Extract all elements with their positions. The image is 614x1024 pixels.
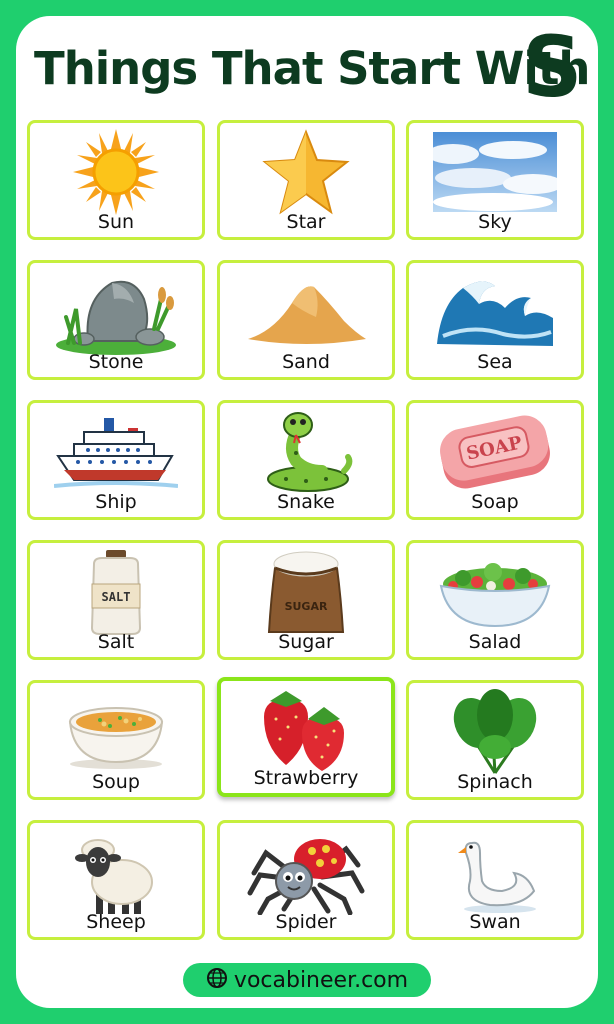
website-badge[interactable]: vocabineer.com — [183, 963, 431, 997]
salt-print: SALT — [102, 590, 131, 604]
globe-icon — [206, 967, 228, 994]
website-link[interactable]: vocabineer.com — [234, 968, 408, 993]
item-card-sea: Sea — [406, 260, 584, 380]
spinach-icon — [409, 687, 581, 777]
item-label: Spinach — [457, 771, 533, 793]
sky-icon — [409, 127, 581, 217]
item-label: Soap — [471, 491, 519, 513]
title-letter: S — [522, 18, 583, 116]
item-card-salt: SALT Salt — [27, 540, 205, 660]
sun-icon — [30, 127, 202, 217]
item-card-sun: Sun — [27, 120, 205, 240]
item-label: Sky — [478, 211, 512, 233]
item-label: Sun — [97, 211, 135, 233]
item-label: Strawberry — [253, 767, 359, 789]
sugar-print: SUGAR — [285, 600, 328, 613]
item-card-sand: Sand — [217, 260, 395, 380]
item-card-sugar: SUGAR Sugar — [217, 540, 395, 660]
sand-icon — [220, 267, 392, 357]
page-title: Things That Start With — [34, 42, 590, 95]
item-card-spinach: Spinach — [406, 680, 584, 800]
item-label: Stone — [88, 351, 144, 373]
item-label: Salt — [97, 631, 135, 653]
strawberry-icon — [221, 685, 391, 775]
item-card-star: Star — [217, 120, 395, 240]
item-label: Star — [286, 211, 326, 233]
star-icon — [220, 127, 392, 217]
item-card-swan: Swan — [406, 820, 584, 940]
item-label: Salad — [468, 631, 522, 653]
item-card-soap: SOAP Soap — [406, 400, 584, 520]
salt-jar-icon: SALT — [30, 547, 202, 637]
item-card-stone: Stone — [27, 260, 205, 380]
item-label: Sugar — [278, 631, 334, 653]
item-label: Snake — [277, 491, 335, 513]
ship-icon — [30, 407, 202, 497]
item-card-spider: Spider — [217, 820, 395, 940]
item-card-snake: Snake — [217, 400, 395, 520]
item-card-soup: Soup — [27, 680, 205, 800]
soap-icon: SOAP — [409, 407, 581, 497]
salad-icon — [409, 547, 581, 637]
item-label: Spider — [275, 911, 337, 933]
item-card-strawberry: Strawberry — [217, 677, 395, 797]
item-card-salad: Salad — [406, 540, 584, 660]
snake-icon — [220, 407, 392, 497]
swan-icon — [409, 827, 581, 917]
sea-wave-icon — [409, 267, 581, 357]
item-card-sheep: Sheep — [27, 820, 205, 940]
item-label: Sheep — [86, 911, 146, 933]
item-label: Sea — [477, 351, 513, 373]
item-label: Swan — [469, 911, 521, 933]
item-card-ship: Ship — [27, 400, 205, 520]
item-card-sky: Sky — [406, 120, 584, 240]
sugar-sack-icon: SUGAR — [220, 547, 392, 637]
soup-icon — [30, 687, 202, 777]
sheep-icon — [30, 827, 202, 917]
item-label: Sand — [282, 351, 330, 373]
stone-icon — [30, 267, 202, 357]
spider-icon — [220, 827, 392, 917]
item-label: Soup — [92, 771, 140, 793]
item-label: Ship — [95, 491, 137, 513]
